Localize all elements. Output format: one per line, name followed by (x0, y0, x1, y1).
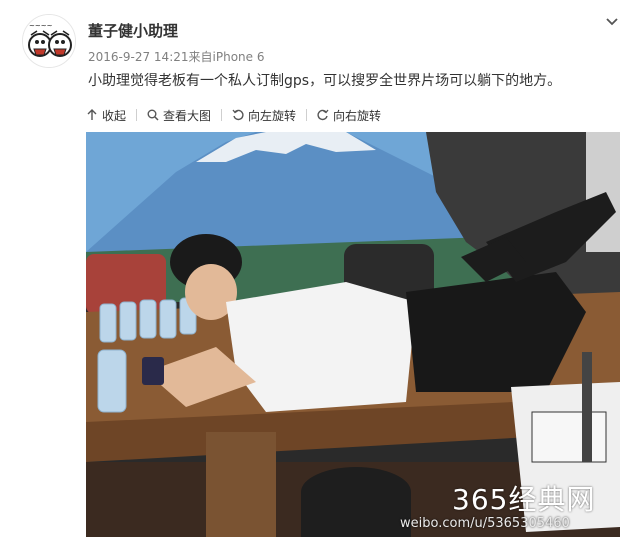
search-icon (147, 109, 159, 121)
post-source[interactable]: iPhone 6 (213, 50, 265, 64)
chevron-down-icon[interactable] (604, 14, 620, 30)
rotate-right-icon (317, 109, 329, 121)
weibo-post: ~~~~ 董子健小助理 2016-9-27 14:21来自iPhone 6 小助… (0, 0, 640, 537)
media-toolbar: 收起 查看大图 向左旋转 向右旋转 (86, 104, 381, 126)
avatar[interactable]: ~~~~ (22, 14, 76, 68)
photo-scene-image (86, 132, 620, 537)
divider (306, 109, 308, 121)
avatar-cartoon-icon: ~~~~ (23, 15, 75, 67)
rotate-left-icon (232, 109, 244, 121)
rotate-left-label: 向左旋转 (248, 108, 297, 123)
username[interactable]: 董子健小助理 (88, 20, 178, 41)
view-large-label: 查看大图 (163, 108, 212, 123)
divider (221, 109, 223, 121)
collapse-label: 收起 (102, 108, 127, 123)
rotate-left-button[interactable]: 向左旋转 (232, 104, 296, 126)
post-photo[interactable] (86, 132, 620, 537)
svg-text:~~~~: ~~~~ (29, 22, 53, 30)
watermark-logo: 365经典网 (452, 483, 596, 516)
view-large-button[interactable]: 查看大图 (147, 104, 211, 126)
post-meta: 2016-9-27 14:21来自iPhone 6 (88, 48, 264, 65)
source-prefix: 来自 (188, 50, 213, 64)
rotate-right-label: 向右旋转 (333, 108, 382, 123)
collapse-button[interactable]: 收起 (86, 104, 126, 126)
post-date[interactable]: 2016-9-27 14:21 (88, 50, 189, 64)
post-text: 小助理觉得老板有一个私人订制gps，可以搜罗全世界片场可以躺下的地方。 (88, 73, 562, 89)
divider (136, 109, 138, 121)
watermark-url: weibo.com/u/5365305460 (400, 516, 570, 531)
arrow-up-icon (87, 109, 97, 120)
rotate-right-button[interactable]: 向右旋转 (317, 104, 381, 126)
